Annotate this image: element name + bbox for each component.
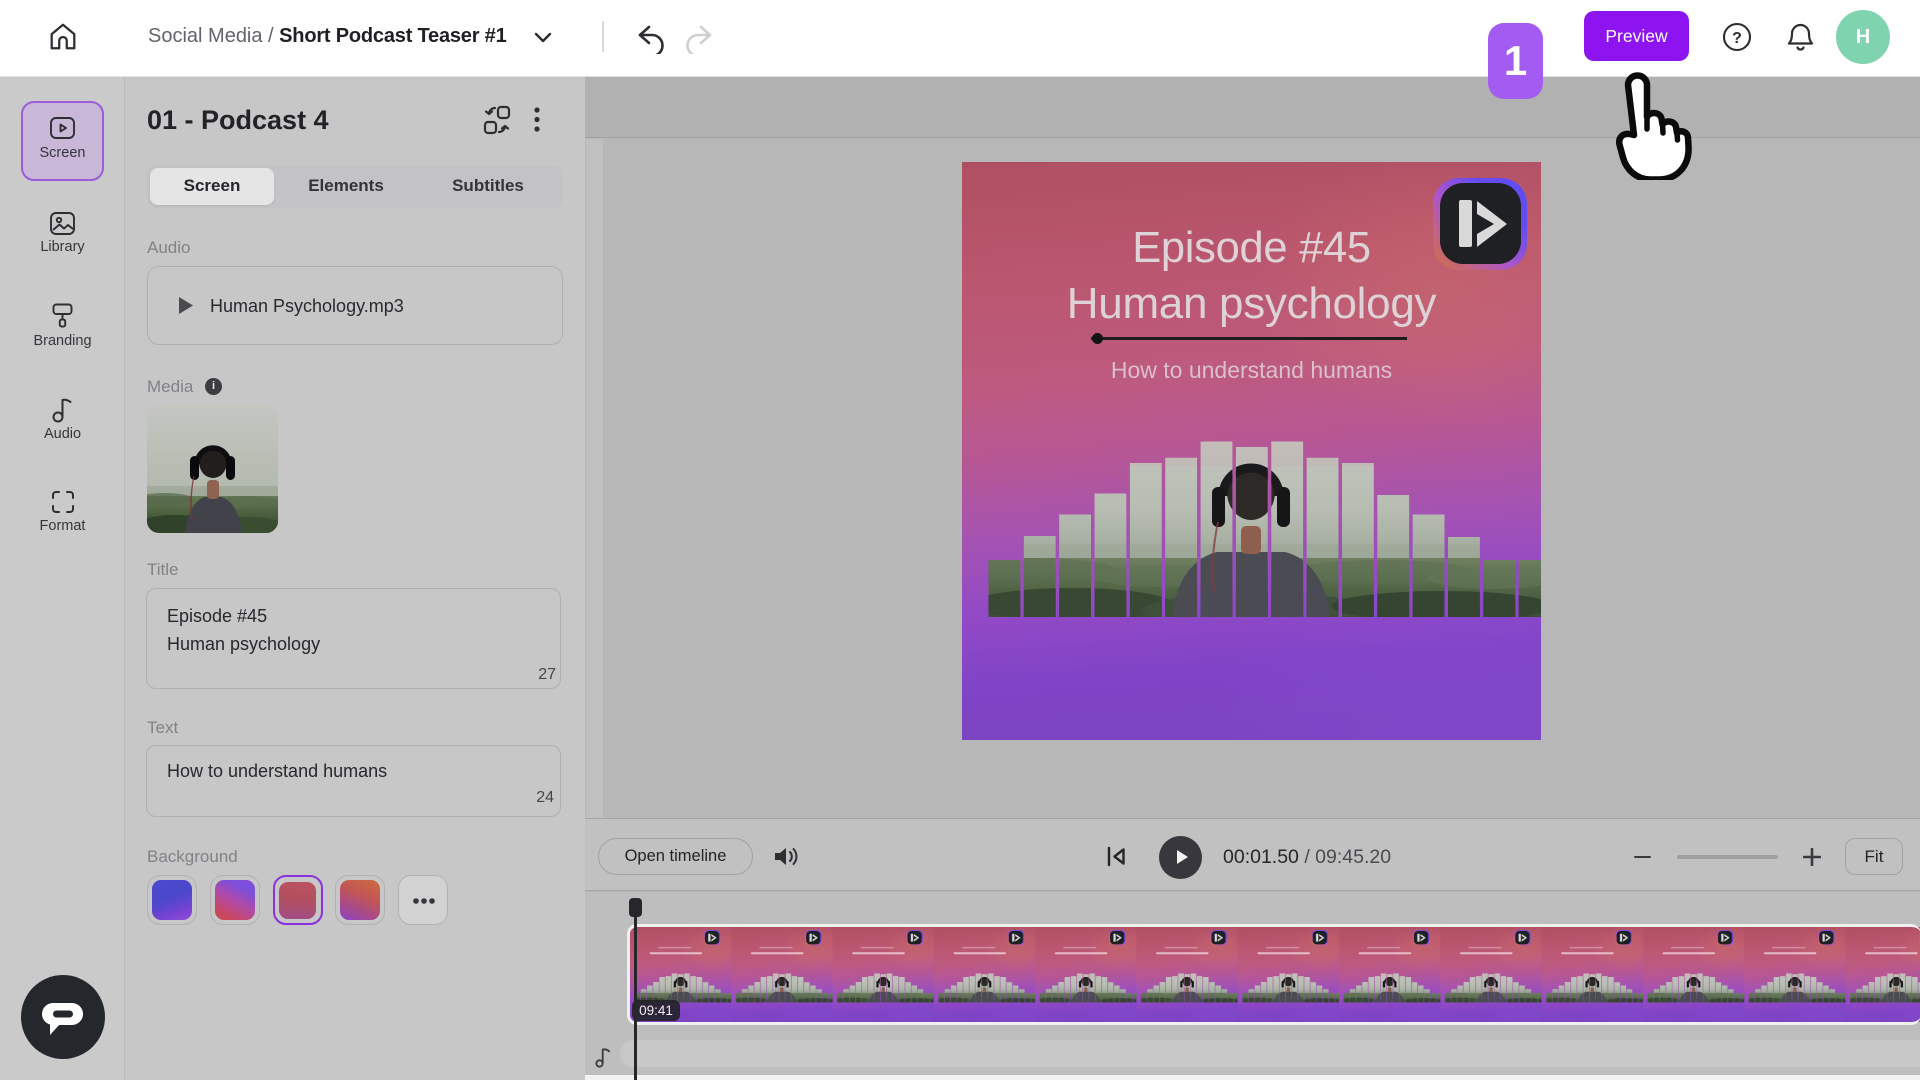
svg-text:?: ? xyxy=(1732,30,1742,47)
